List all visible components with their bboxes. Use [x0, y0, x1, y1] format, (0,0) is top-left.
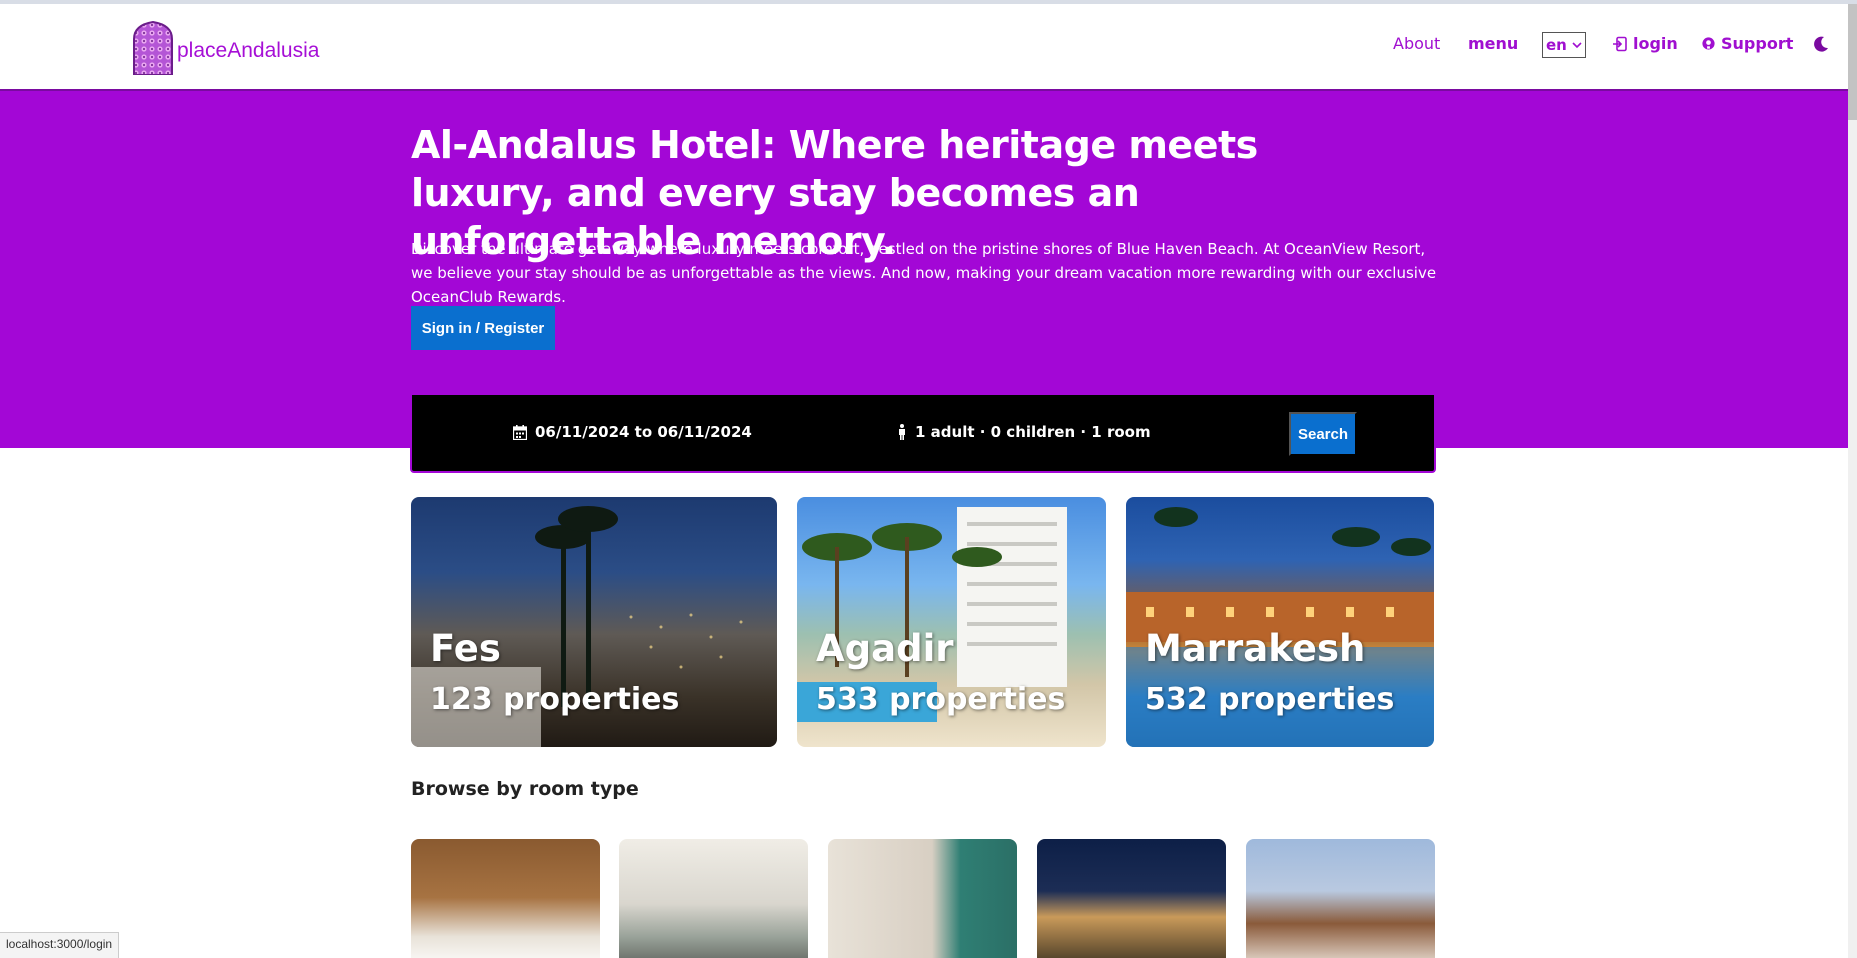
city-property-count: 533 properties — [816, 682, 1066, 717]
nav-support-label: Support — [1721, 34, 1794, 53]
city-property-count: 532 properties — [1145, 682, 1395, 717]
room-type-card[interactable] — [828, 839, 1017, 958]
city-card-marrakesh[interactable]: Marrakesh 532 properties — [1126, 497, 1434, 747]
main-nav: About menu en login Support — [0, 30, 1848, 60]
nav-support-link[interactable]: Support — [1701, 34, 1793, 53]
person-icon — [899, 424, 905, 440]
scrollbar-thumb[interactable] — [1848, 4, 1857, 120]
browse-section-title: Browse by room type — [411, 778, 639, 800]
language-value: en — [1546, 36, 1567, 54]
site-header: placeAndalusia About menu en login Suppo… — [0, 4, 1848, 91]
theme-toggle-button[interactable] — [1812, 35, 1830, 53]
guests-value: 1 adult · 0 children · 1 room — [915, 423, 1151, 441]
city-name: Agadir — [816, 627, 954, 670]
sign-in-register-button[interactable]: Sign in / Register — [411, 306, 555, 350]
room-type-card[interactable] — [619, 839, 808, 958]
guests-picker[interactable]: 1 adult · 0 children · 1 room — [897, 423, 1151, 441]
status-bar-url: localhost:3000/login — [0, 932, 120, 958]
page-scrollbar[interactable] — [1848, 4, 1857, 958]
nav-login-label: login — [1633, 34, 1678, 53]
search-bar: 06/11/2024 to 06/11/2024 1 adult · 0 chi… — [410, 395, 1436, 473]
search-button[interactable]: Search — [1289, 412, 1357, 456]
support-icon — [1702, 37, 1715, 50]
city-name: Fes — [430, 627, 501, 670]
city-card-fes[interactable]: Fes 123 properties — [411, 497, 777, 747]
login-icon — [1613, 36, 1627, 51]
date-range-picker[interactable]: 06/11/2024 to 06/11/2024 — [513, 423, 752, 441]
nav-menu-link[interactable]: menu — [1468, 34, 1518, 53]
city-card-agadir[interactable]: Agadir 533 properties — [797, 497, 1106, 747]
language-select[interactable]: en — [1542, 32, 1586, 58]
nav-login-link[interactable]: login — [1612, 34, 1678, 53]
date-range-value: 06/11/2024 to 06/11/2024 — [535, 423, 752, 441]
moon-icon — [1814, 36, 1828, 52]
city-name: Marrakesh — [1145, 627, 1366, 670]
room-type-card[interactable] — [1246, 839, 1435, 958]
nav-about-link[interactable]: About — [1393, 34, 1440, 53]
calendar-icon — [513, 424, 527, 440]
chevron-down-icon — [1572, 42, 1582, 49]
room-type-card[interactable] — [1037, 839, 1226, 958]
hero-description: Discover the ultimate getaway where luxu… — [411, 240, 1437, 306]
city-property-count: 123 properties — [430, 682, 680, 717]
room-type-card[interactable] — [411, 839, 600, 958]
